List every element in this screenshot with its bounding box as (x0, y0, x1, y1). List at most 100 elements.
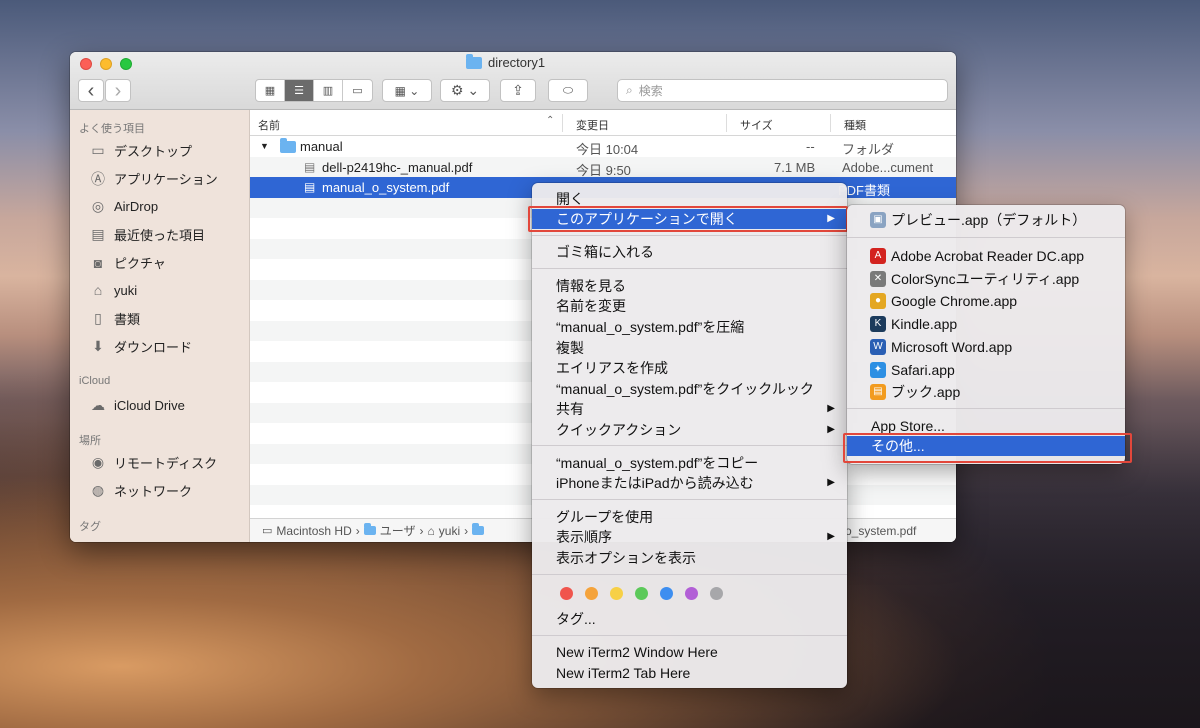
menu-item-view-options[interactable]: 表示オプションを表示 (532, 548, 847, 568)
forward-button[interactable]: › (105, 79, 131, 102)
folder-icon (280, 138, 296, 156)
path-item-yuki[interactable]: yuki (439, 524, 460, 538)
sidebar-item-documents[interactable]: ▯ 書類 (88, 309, 140, 328)
sidebar: よく使う項目 ▭ デスクトップ Ⓐ アプリケーション ◎ AirDrop ▤ 最近使った… (70, 110, 250, 542)
column-size[interactable]: サイズ (740, 117, 773, 133)
path-item-macintosh-hd[interactable]: Macintosh HD (276, 524, 351, 538)
gear-icon: ⚙ ⌄ (450, 82, 480, 98)
hard-drive-icon: ▭ (262, 525, 273, 537)
gallery-view-icon[interactable]: ▭ (343, 80, 372, 101)
minimize-button[interactable] (100, 58, 112, 70)
menu-item-get-info[interactable]: 情報を見る (532, 276, 847, 296)
submenu-arrow-icon: ▶ (827, 531, 835, 542)
column-name[interactable]: 名前 (258, 117, 280, 133)
recents-icon: ▤ (91, 226, 105, 242)
tag-color-dot[interactable] (685, 587, 698, 600)
menu-item-compress[interactable]: “manual_o_system.pdf”を圧縮 (532, 317, 847, 337)
download-icon: ⬇ (92, 338, 104, 354)
tag-color-dot[interactable] (585, 587, 598, 600)
chevron-right-icon: › (114, 79, 122, 102)
submenu-item-app[interactable]: ▤ ブック.app (847, 382, 1125, 402)
tag-color-dot[interactable] (710, 587, 723, 600)
table-row[interactable]: ▼ manual 今日 10:04 -- フォルダ (250, 136, 956, 157)
back-button[interactable]: ‹ (78, 79, 104, 102)
submenu-item-app[interactable]: W Microsoft Word.app (847, 337, 1125, 357)
path-item-users[interactable]: ユーザ (380, 522, 416, 539)
submenu-item-app[interactable]: ✕ ColorSyncユーティリティ.app (847, 269, 1125, 289)
menu-separator (532, 574, 847, 575)
window-controls (80, 58, 132, 70)
menu-item-quicklook[interactable]: “manual_o_system.pdf”をクイックルック (532, 379, 847, 399)
tag-color-dot[interactable] (660, 587, 673, 600)
share-button[interactable]: ⇪ (500, 79, 536, 102)
highlight-box-other (843, 433, 1132, 463)
sidebar-item-applications[interactable]: Ⓐ アプリケーション (88, 169, 218, 188)
submenu-item-app[interactable]: K Kindle.app (847, 314, 1125, 334)
sidebar-item-home[interactable]: ⌂ yuki (88, 281, 137, 299)
sidebar-item-airdrop[interactable]: ◎ AirDrop (88, 197, 158, 215)
menu-item-import-iphone[interactable]: iPhoneまたはiPadから読み込む ▶ (532, 473, 847, 493)
group-button[interactable]: ▦ ⌄ (382, 79, 432, 102)
sidebar-item-downloads[interactable]: ⬇ ダウンロード (88, 337, 192, 356)
open-with-submenu: ▣ プレビュー.app（デフォルト） A Adobe Acrobat Reader… (847, 205, 1125, 464)
home-icon: ⌂ (427, 523, 435, 538)
path-item-file[interactable]: o_system.pdf (845, 524, 916, 538)
menu-item-duplicate[interactable]: 複製 (532, 338, 847, 358)
sidebar-item-icloud-drive[interactable]: ☁ iCloud Drive (88, 396, 185, 414)
menu-item-iterm-tab[interactable]: New iTerm2 Tab Here (532, 663, 847, 683)
zoom-button[interactable] (120, 58, 132, 70)
icon-view-icon[interactable]: ▦ (256, 80, 285, 101)
action-button[interactable]: ⚙ ⌄ (440, 79, 490, 102)
submenu-item-preview[interactable]: ▣ プレビュー.app（デフォルト） (847, 210, 1125, 230)
menu-separator (532, 445, 847, 446)
submenu-item-app[interactable]: ● Google Chrome.app (847, 291, 1125, 311)
menu-separator (847, 237, 1125, 238)
tag-icon: ⬭ (562, 83, 574, 97)
disclosure-triangle-icon[interactable]: ▼ (260, 141, 269, 151)
tag-color-dot[interactable] (610, 587, 623, 600)
sidebar-item-network[interactable]: ◍ ネットワーク (88, 481, 192, 500)
menu-item-use-groups[interactable]: グループを使用 (532, 507, 847, 527)
submenu-arrow-icon: ▶ (827, 424, 835, 435)
pdf-file-icon: ▤ (304, 180, 316, 194)
submenu-item-app[interactable]: ✦ Safari.app (847, 360, 1125, 380)
sidebar-header-favorites: よく使う項目 (79, 123, 145, 135)
tag-button[interactable]: ⬭ (548, 79, 588, 102)
close-button[interactable] (80, 58, 92, 70)
tag-color-dot[interactable] (635, 587, 648, 600)
column-kind[interactable]: 種類 (844, 117, 866, 133)
folder-icon (466, 53, 482, 69)
menu-item-iterm-window[interactable]: New iTerm2 Window Here (532, 642, 847, 662)
column-view-icon[interactable]: ▥ (314, 80, 343, 101)
column-date[interactable]: 変更日 (576, 117, 609, 133)
sidebar-item-remote-disc[interactable]: ◉ リモートディスク (88, 453, 217, 472)
menu-item-trash[interactable]: ゴミ箱に入れる (532, 242, 847, 262)
kindle-icon: K (870, 316, 886, 333)
submenu-item-app[interactable]: A Adobe Acrobat Reader DC.app (847, 246, 1125, 266)
table-row[interactable]: ▤ dell-p2419hc-_manual.pdf 今日 9:50 7.1 M… (250, 156, 956, 178)
window-title: directory1 (466, 53, 545, 70)
camera-icon: ◙ (93, 254, 103, 271)
menu-item-sort-by[interactable]: 表示順序 ▶ (532, 527, 847, 547)
home-icon: ⌂ (93, 282, 103, 298)
finder-toolbar: directory1 ‹ › ▦ ☰ ▥ ▭ ▦ ⌄ ⚙ ⌄ ⇪ ⬭ ⌕ 検索 (70, 52, 956, 110)
preview-icon: ▣ (870, 212, 886, 228)
menu-item-tags[interactable]: タグ... (532, 609, 847, 629)
menu-item-quick-actions[interactable]: クイックアクション ▶ (532, 420, 847, 440)
list-view-icon[interactable]: ☰ (285, 80, 314, 101)
column-divider (726, 114, 727, 132)
tag-color-dot[interactable] (560, 587, 573, 600)
pdf-file-icon: ▤ (304, 159, 316, 174)
menu-item-copy[interactable]: “manual_o_system.pdf”をコピー (532, 453, 847, 473)
chevron-right-icon: › (419, 523, 424, 538)
menu-item-share[interactable]: 共有 ▶ (532, 399, 847, 419)
sidebar-item-pictures[interactable]: ◙ ピクチャ (88, 253, 166, 272)
safari-icon: ✦ (870, 361, 886, 378)
sidebar-item-recents[interactable]: ▤ 最近使った項目 (88, 225, 205, 244)
menu-item-rename[interactable]: 名前を変更 (532, 296, 847, 316)
menu-item-make-alias[interactable]: エイリアスを作成 (532, 358, 847, 378)
applications-icon: Ⓐ (91, 170, 105, 187)
sidebar-item-desktop[interactable]: ▭ デスクトップ (88, 141, 192, 160)
menu-separator (532, 499, 847, 500)
search-field[interactable]: ⌕ 検索 (617, 79, 948, 102)
